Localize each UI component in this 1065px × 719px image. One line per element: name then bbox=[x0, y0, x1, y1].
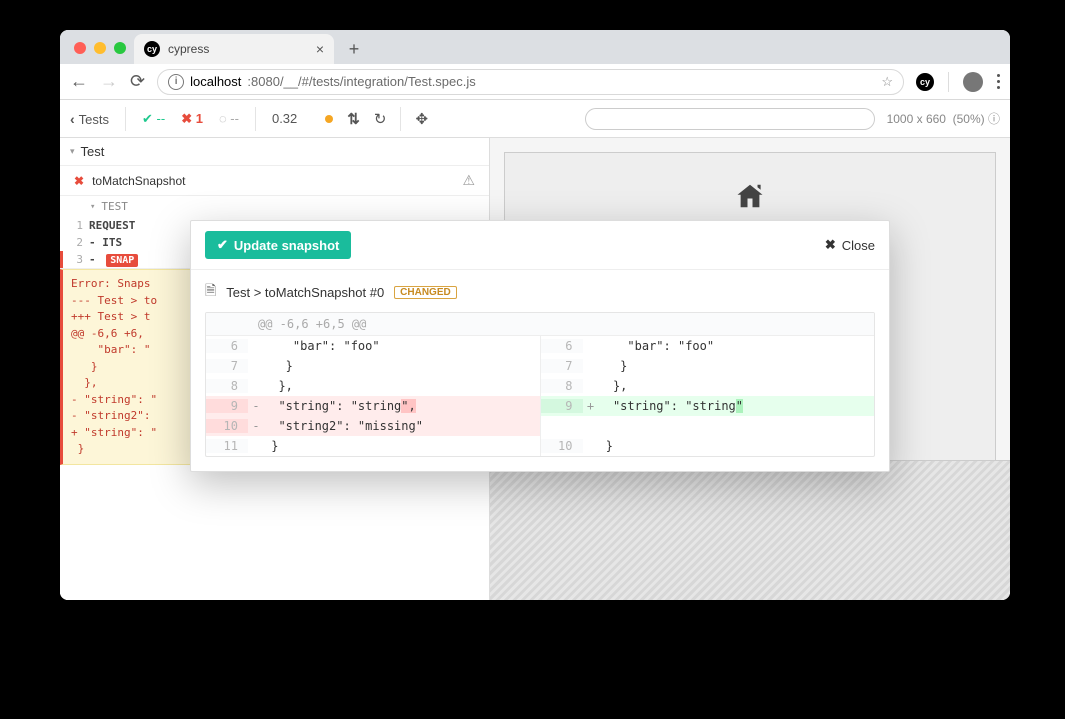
browser-toolbar: ← → ⟳ i localhost :8080/__/#/tests/integr… bbox=[60, 64, 1010, 100]
diff-after: 6 "bar": "foo"7 }8 },9+ "string": "strin… bbox=[541, 336, 875, 456]
diff-line: 7 } bbox=[206, 356, 540, 376]
home-icon bbox=[735, 183, 765, 216]
snapshot-name: Test > toMatchSnapshot #0 bbox=[226, 285, 384, 300]
tests-back-button[interactable]: ‹Tests bbox=[70, 111, 109, 127]
toolbar-right: cy bbox=[916, 72, 1000, 92]
tab-strip: cy cypress × + bbox=[60, 30, 1010, 64]
fail-icon: ✖ bbox=[74, 174, 84, 188]
new-tab-button[interactable]: + bbox=[340, 35, 368, 63]
close-tab-icon[interactable]: × bbox=[316, 41, 324, 57]
test-title: toMatchSnapshot bbox=[92, 174, 185, 188]
resize-gutter bbox=[490, 460, 1010, 600]
diff-hunk-header: @@ -6,6 +6,5 @@ bbox=[206, 313, 874, 336]
diff-viewer: @@ -6,6 +6,5 @@ 6 "bar": "foo"7 }8 },9- … bbox=[205, 312, 875, 457]
close-icon: ✖ bbox=[825, 237, 836, 253]
zoom-window-icon[interactable] bbox=[114, 42, 126, 54]
reload-icon[interactable]: ⟳ bbox=[130, 71, 145, 92]
url-path: :8080/__/#/tests/integration/Test.spec.j… bbox=[247, 74, 475, 89]
diff-line: 11 } bbox=[206, 436, 540, 456]
address-bar[interactable]: i localhost :8080/__/#/tests/integration/… bbox=[157, 69, 904, 95]
runner-header: ‹Tests ✔ -- ✖ 1 ◌ -- 0.32 ⇅ ↻ ✥ 1000 x 6… bbox=[60, 100, 1010, 138]
star-icon[interactable]: ☆ bbox=[881, 74, 893, 90]
document-icon: 🗎 bbox=[205, 280, 216, 304]
diff-line: 6 "bar": "foo" bbox=[206, 336, 540, 356]
auto-scroll-icon[interactable]: ⇅ bbox=[347, 110, 360, 128]
status-dot-icon bbox=[325, 115, 333, 123]
diff-line: 10- "string2": "missing" bbox=[206, 416, 540, 436]
close-popover-button[interactable]: ✖ Close bbox=[825, 237, 875, 253]
diff-line bbox=[541, 416, 875, 436]
viewport-info[interactable]: 1000 x 660 (50%) ⓘ bbox=[887, 110, 1000, 127]
url-host: localhost bbox=[190, 74, 241, 89]
aut-url-input[interactable] bbox=[585, 108, 875, 130]
section-label: TEST bbox=[101, 200, 128, 213]
diff-line: 6 "bar": "foo" bbox=[541, 336, 875, 356]
tab-title: cypress bbox=[168, 42, 209, 56]
back-icon[interactable]: ← bbox=[70, 71, 88, 92]
passed-count: ✔ -- bbox=[142, 111, 165, 127]
browser-tab[interactable]: cy cypress × bbox=[134, 34, 334, 64]
site-info-icon[interactable]: i bbox=[168, 74, 184, 90]
diff-line: 10 } bbox=[541, 436, 875, 456]
failed-count: ✖ 1 bbox=[181, 111, 203, 127]
profile-icon[interactable] bbox=[963, 72, 983, 92]
window-controls bbox=[68, 42, 134, 64]
update-snapshot-button[interactable]: ✔ Update snapshot bbox=[205, 231, 351, 259]
browser-window: cy cypress × + ← → ⟳ i localhost :8080/__… bbox=[60, 30, 1010, 600]
suite-header[interactable]: ▾ Test bbox=[60, 138, 489, 166]
snapshot-diff-popover: ✔ Update snapshot ✖ Close 🗎 Test > toMat… bbox=[190, 220, 890, 472]
caret-down-icon: ▾ bbox=[70, 146, 75, 157]
test-row[interactable]: ✖ toMatchSnapshot ⚠ bbox=[60, 166, 489, 196]
warning-icon[interactable]: ⚠ bbox=[462, 172, 475, 189]
diff-line: 8 }, bbox=[541, 376, 875, 396]
minimize-window-icon[interactable] bbox=[94, 42, 106, 54]
kebab-menu-icon[interactable] bbox=[997, 74, 1000, 89]
selector-playground-icon[interactable]: ✥ bbox=[415, 110, 428, 128]
check-icon: ✔ bbox=[217, 237, 228, 253]
diff-line: 9- "string": "string", bbox=[206, 396, 540, 416]
diff-before: 6 "bar": "foo"7 }8 },9- "string": "strin… bbox=[206, 336, 541, 456]
cypress-extension-icon[interactable]: cy bbox=[916, 73, 934, 91]
suite-title: Test bbox=[81, 144, 105, 159]
changed-badge: CHANGED bbox=[394, 286, 457, 299]
diff-line: 8 }, bbox=[206, 376, 540, 396]
close-window-icon[interactable] bbox=[74, 42, 86, 54]
diff-line: 7 } bbox=[541, 356, 875, 376]
restart-icon[interactable]: ↻ bbox=[374, 110, 387, 128]
duration: 0.32 bbox=[272, 111, 297, 126]
cypress-favicon-icon: cy bbox=[144, 41, 160, 57]
forward-icon: → bbox=[100, 71, 118, 92]
diff-line: 9+ "string": "string" bbox=[541, 396, 875, 416]
pending-count: ◌ -- bbox=[219, 111, 239, 126]
